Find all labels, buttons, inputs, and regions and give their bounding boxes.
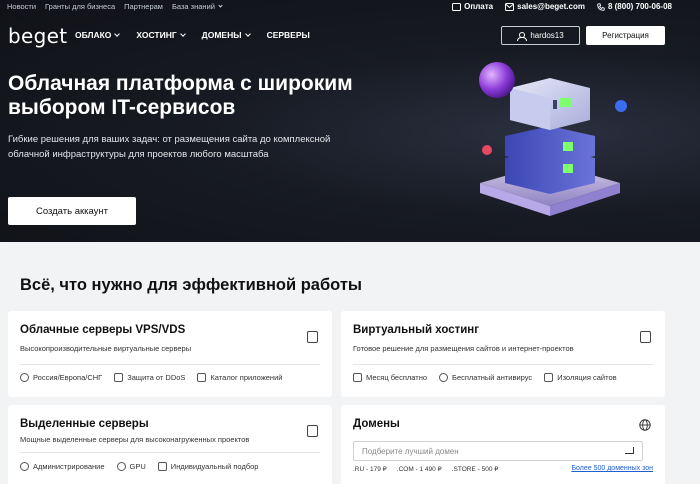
feature-item: Каталог приложений xyxy=(197,373,282,382)
topbar-link-news[interactable]: Новости xyxy=(7,2,36,11)
divider xyxy=(20,452,320,453)
topbar-link-grants[interactable]: Гранты для бизнеса xyxy=(45,2,115,11)
card-features: Месяц бесплатно Бесплатный антивирус Изо… xyxy=(353,373,617,382)
dedicated-server-icon xyxy=(307,425,318,437)
domain-search-input[interactable]: Подберите лучший домен xyxy=(353,441,643,461)
email-label: sales@beget.com xyxy=(517,2,585,11)
payment-label: Оплата xyxy=(464,2,494,11)
feature-item: Защита от DDoS xyxy=(114,373,185,382)
nav-item-servers[interactable]: СЕРВЕРЫ xyxy=(267,30,310,40)
feature-item: Изоляция сайтов xyxy=(544,373,617,382)
zone-price: .COM - 1 490 ₽ xyxy=(396,466,442,473)
server-illustration xyxy=(479,62,627,216)
feature-item: Индивидуальный подбор xyxy=(157,462,259,471)
nav-item-domains[interactable]: ДОМЕНЫ xyxy=(201,30,251,40)
wallet-icon xyxy=(452,2,462,11)
isolation-icon xyxy=(544,373,554,382)
card-domains: Домены Подберите лучший домен .RU - 179 … xyxy=(341,405,665,484)
nav-item-domains-label: ДОМЕНЫ xyxy=(201,30,242,40)
card-features: Администрирование GPU Индивидуальный под… xyxy=(20,462,258,471)
payment-link[interactable]: Оплата xyxy=(452,2,493,11)
feature-item: Бесплатный антивирус xyxy=(439,373,532,382)
feature-label: Индивидуальный подбор xyxy=(170,462,259,471)
create-account-button[interactable]: Создать аккаунт xyxy=(8,197,136,225)
card-cloud-servers[interactable]: Облачные серверы VPS/VDS Высокопроизводи… xyxy=(8,311,332,397)
hero-title: Облачная платформа с широким выбором IT-… xyxy=(8,72,353,119)
feature-label: GPU xyxy=(129,462,146,471)
chevron-down-icon xyxy=(244,30,251,37)
custom-config-icon xyxy=(157,462,167,471)
register-button[interactable]: Регистрация xyxy=(586,26,665,45)
nav-item-hosting-label: ХОСТИНГ xyxy=(136,30,177,40)
domain-zones: .RU - 179 ₽ .COM - 1 490 ₽ .STORE - 500 … xyxy=(353,465,498,473)
user-account-button[interactable]: hardos13 xyxy=(501,26,580,45)
phone-icon xyxy=(597,2,605,11)
shield-icon xyxy=(114,373,124,382)
section-title: Всё, что нужно для эффективной работы xyxy=(20,276,363,294)
main-nav: beget ОБЛАКО ХОСТИНГ ДОМЕНЫ СЕРВЕРЫ hard… xyxy=(0,20,700,52)
nav-item-hosting[interactable]: ХОСТИНГ xyxy=(136,30,186,40)
feature-label: Администрирование xyxy=(33,462,105,471)
topbar-link-knowledge-base[interactable]: База знаний xyxy=(171,2,223,11)
hosting-icon xyxy=(640,331,651,343)
cloud-server-icon xyxy=(307,331,318,343)
globe-icon xyxy=(20,373,29,382)
card-title: Облачные серверы VPS/VDS xyxy=(20,324,186,336)
divider xyxy=(20,364,320,365)
gpu-icon xyxy=(116,462,126,471)
calendar-icon xyxy=(353,373,362,382)
feature-label: Месяц бесплатно xyxy=(366,373,428,382)
settings-icon xyxy=(20,462,29,471)
mail-icon xyxy=(505,2,515,11)
user-icon xyxy=(517,31,528,41)
hero-section: Новости Гранты для бизнеса Партнерам Баз… xyxy=(0,0,700,242)
feature-item: GPU xyxy=(116,462,146,471)
globe-icon xyxy=(639,419,651,431)
nav-item-servers-label: СЕРВЕРЫ xyxy=(266,30,310,40)
zone-price: .STORE - 500 ₽ xyxy=(451,466,499,473)
card-title: Домены xyxy=(353,418,400,430)
card-title: Виртуальный хостинг xyxy=(353,324,480,336)
card-description: Высокопроизводительные виртуальные серве… xyxy=(20,344,192,353)
apps-icon xyxy=(197,373,207,382)
hero-subtitle: Гибкие решения для ваших задач: от разме… xyxy=(8,134,331,160)
email-link[interactable]: sales@beget.com xyxy=(505,2,585,11)
card-features: Россия/Европа/СНГ Защита от DDoS Каталог… xyxy=(20,373,282,382)
user-name: hardos13 xyxy=(530,31,564,40)
feature-label: Защита от DDoS xyxy=(127,373,186,382)
card-virtual-hosting[interactable]: Виртуальный хостинг Готовое решение для … xyxy=(341,311,665,397)
zone-price: .RU - 179 ₽ xyxy=(353,466,387,473)
feature-item: Месяц бесплатно xyxy=(353,373,427,382)
feature-label: Бесплатный антивирус xyxy=(452,373,533,382)
feature-label: Каталог приложений xyxy=(210,373,283,382)
divider xyxy=(353,364,653,365)
nav-item-cloud[interactable]: ОБЛАКО xyxy=(75,30,121,40)
card-title: Выделенные серверы xyxy=(20,418,149,430)
enter-icon[interactable] xyxy=(625,447,634,454)
card-description: Мощные выделенные серверы для высоконагр… xyxy=(20,435,250,444)
domain-search-placeholder: Подберите лучший домен xyxy=(362,446,459,456)
nav-menu: ОБЛАКО ХОСТИНГ ДОМЕНЫ СЕРВЕРЫ xyxy=(75,30,310,40)
feature-item: Россия/Европа/СНГ xyxy=(20,373,102,382)
nav-item-cloud-label: ОБЛАКО xyxy=(75,30,112,40)
chevron-down-icon xyxy=(218,2,223,8)
topbar-link-partners[interactable]: Партнерам xyxy=(124,2,163,11)
chevron-down-icon xyxy=(179,30,186,37)
feature-label: Россия/Европа/СНГ xyxy=(33,373,103,382)
card-description: Готовое решение для размещения сайтов и … xyxy=(353,344,574,353)
topbar-link-knowledge-base-label: База знаний xyxy=(171,2,215,11)
antivirus-icon xyxy=(439,373,449,382)
phone-label: 8 (800) 700-06-08 xyxy=(607,2,672,11)
feature-label: Изоляция сайтов xyxy=(557,373,617,382)
phone-link[interactable]: 8 (800) 700-06-08 xyxy=(597,2,672,11)
top-bar: Новости Гранты для бизнеса Партнерам Баз… xyxy=(0,0,700,13)
logo[interactable]: beget xyxy=(8,24,67,48)
more-domain-zones-link[interactable]: Более 500 доменных зон xyxy=(571,465,653,472)
card-dedicated-servers[interactable]: Выделенные серверы Мощные выделенные сер… xyxy=(8,405,332,484)
chevron-down-icon xyxy=(114,30,121,37)
feature-item: Администрирование xyxy=(20,462,105,471)
